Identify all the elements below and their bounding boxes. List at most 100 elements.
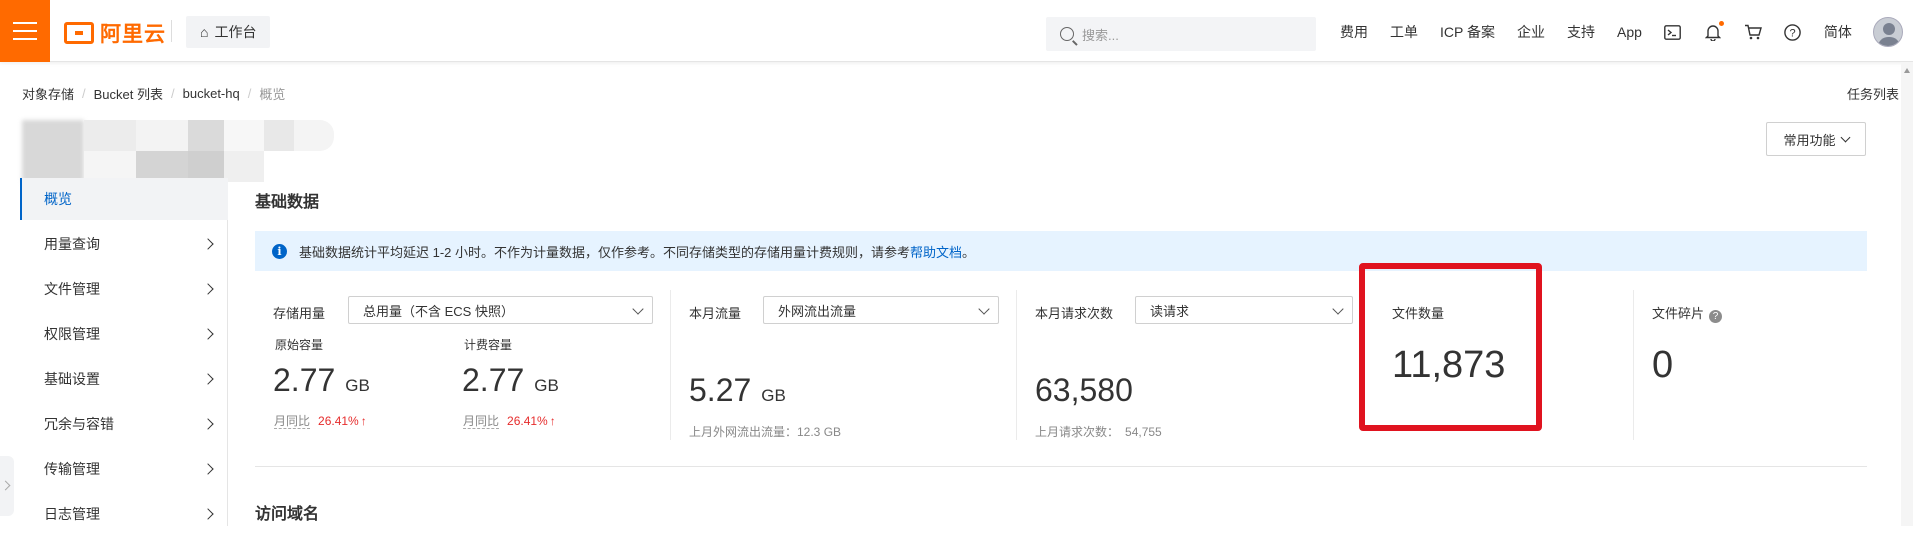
basic-data-title: 基础数据 (255, 194, 320, 211)
billed-capacity-unit: GB (534, 376, 559, 395)
access-domain-title: 访问域名 (255, 506, 320, 523)
notice-text: 基础数据统计平均延迟 1-2 小时。不作为计量数据，仅作参考。不同存储类型的存储… (299, 244, 911, 260)
traffic-value: 5.27 GB (689, 372, 786, 409)
sidebar-item-overview[interactable]: 概览 (20, 178, 228, 220)
chevron-down-icon (632, 303, 644, 315)
hamburger-menu-button[interactable] (0, 0, 50, 62)
breadcrumb-oss[interactable]: 对象存储 (22, 84, 74, 103)
sidebar-item-redundancy[interactable]: 冗余与容错 (20, 403, 228, 445)
language-switch[interactable]: 简体 (1824, 22, 1852, 42)
sidebar-item-label: 日志管理 (44, 506, 100, 522)
breadcrumb-separator: / (82, 86, 86, 101)
storage-type-select[interactable]: 总用量（不含 ECS 快照） (348, 296, 653, 324)
requests-value: 63,580 (1035, 372, 1133, 408)
up-arrow-icon: ↑ (360, 414, 367, 428)
page-scrollbar[interactable] (1901, 62, 1913, 526)
yoy-percent: 26.41% (507, 414, 548, 428)
sidebar-item-permission-management[interactable]: 权限管理 (20, 313, 228, 355)
sidebar-item-label: 文件管理 (44, 281, 100, 297)
traffic-unit: GB (761, 386, 786, 405)
column-divider (1016, 290, 1017, 440)
aliyun-logo[interactable]: 阿里云 (64, 18, 166, 48)
chevron-right-icon (202, 373, 214, 385)
search-placeholder: 搜索... (1082, 27, 1119, 43)
sidebar-item-file-management[interactable]: 文件管理 (20, 268, 228, 310)
raw-capacity-unit: GB (345, 376, 370, 395)
raw-capacity-value: 2.77 GB (273, 362, 370, 399)
traffic-type-value: 外网流出流量 (778, 303, 857, 319)
breadcrumb: 对象存储 / Bucket 列表 / bucket-hq / 概览 (22, 84, 285, 103)
breadcrumb-separator: / (247, 86, 252, 101)
nav-link-app[interactable]: App (1617, 24, 1642, 40)
sidebar-item-transfer-management[interactable]: 传输管理 (20, 448, 228, 490)
svg-text:?: ? (1790, 27, 1796, 39)
sidebar-item-label: 基础设置 (44, 371, 100, 387)
home-icon: ⌂ (200, 24, 209, 40)
file-fragments-label: 文件碎片? (1652, 303, 1723, 323)
nav-link-enterprise[interactable]: 企业 (1517, 22, 1545, 42)
info-icon: i (272, 243, 287, 259)
chevron-down-icon (1332, 303, 1344, 315)
user-avatar[interactable] (1873, 17, 1903, 47)
task-list-link[interactable]: 任务列表 (1847, 84, 1899, 103)
nav-link-billing[interactable]: 费用 (1340, 22, 1368, 42)
chevron-right-icon (202, 463, 214, 475)
highlight-box (1359, 263, 1542, 431)
traffic-number: 5.27 (689, 372, 752, 408)
raw-capacity-label: 原始容量 (275, 338, 324, 352)
chevron-down-icon (1840, 132, 1850, 142)
search-input[interactable]: 搜索... (1046, 17, 1316, 51)
monthly-traffic-label: 本月流量 (689, 306, 742, 321)
common-functions-dropdown[interactable]: 常用功能 (1766, 122, 1866, 156)
monthly-requests-label: 本月请求次数 (1035, 306, 1114, 321)
sidebar-item-label: 概览 (44, 191, 72, 207)
request-type-select[interactable]: 读请求 (1135, 296, 1353, 324)
nav-link-support[interactable]: 支持 (1567, 22, 1595, 42)
sidebar-item-label: 权限管理 (44, 326, 100, 342)
raw-capacity-yoy: 月同比 26.41% ↑ (274, 412, 367, 429)
info-notice: i 基础数据统计平均延迟 1-2 小时。不作为计量数据，仅作参考。不同存储类型的… (255, 231, 1867, 271)
billed-capacity-yoy: 月同比 26.41% ↑ (463, 412, 556, 429)
search-icon (1060, 27, 1074, 41)
chevron-right-icon (202, 508, 214, 520)
breadcrumb-bucket-list[interactable]: Bucket 列表 (94, 84, 163, 103)
workbench-button[interactable]: ⌂ 工作台 (186, 16, 271, 48)
storage-type-value: 总用量（不含 ECS 快照） (363, 303, 514, 319)
yoy-label[interactable]: 月同比 (274, 414, 311, 429)
section-divider (255, 466, 1867, 467)
file-fragments-value: 0 (1652, 344, 1674, 386)
redacted-bucket-title (22, 120, 342, 182)
billed-capacity-value: 2.77 GB (462, 362, 559, 399)
chevron-right-icon (202, 328, 214, 340)
yoy-percent: 26.41% (318, 414, 359, 428)
last-month-requests-value: 54,755 (1125, 425, 1162, 439)
breadcrumb-separator: / (171, 86, 175, 101)
sidebar-item-basic-settings[interactable]: 基础设置 (20, 358, 228, 400)
column-divider (1633, 290, 1634, 440)
common-functions-label: 常用功能 (1783, 132, 1836, 148)
top-nav-links: 费用 工单 ICP 备案 企业 支持 App ? 简体 (1340, 21, 1874, 42)
chevron-right-icon (202, 238, 214, 250)
last-month-traffic: 上月外网流出流量：12.3 GB (689, 425, 842, 439)
bell-icon[interactable] (1704, 21, 1724, 41)
last-month-requests-label: 上月请求次数： (1035, 425, 1120, 439)
billed-capacity-label: 计费容量 (464, 338, 513, 352)
nav-link-icp[interactable]: ICP 备案 (1440, 22, 1495, 42)
yoy-label[interactable]: 月同比 (463, 414, 500, 429)
sidebar-item-log-management[interactable]: 日志管理 (20, 493, 228, 535)
cart-icon[interactable] (1744, 23, 1762, 41)
raw-capacity-number: 2.77 (273, 362, 336, 398)
column-divider (670, 290, 671, 440)
sidebar-item-label: 冗余与容错 (44, 416, 114, 432)
last-month-requests: 上月请求次数： 54,755 (1035, 423, 1162, 440)
help-icon[interactable]: ? (1784, 23, 1802, 41)
traffic-type-select[interactable]: 外网流出流量 (763, 296, 999, 324)
question-circle-icon[interactable]: ? (1709, 310, 1723, 323)
terminal-icon[interactable] (1664, 23, 1682, 41)
help-doc-link[interactable]: 帮助文档 (910, 242, 962, 261)
nav-link-tickets[interactable]: 工单 (1390, 22, 1418, 42)
notice-end: 。 (962, 244, 976, 260)
sidebar-expand-handle[interactable] (0, 456, 14, 516)
sidebar-item-usage-query[interactable]: 用量查询 (20, 223, 228, 265)
breadcrumb-bucket[interactable]: bucket-hq (183, 86, 240, 101)
